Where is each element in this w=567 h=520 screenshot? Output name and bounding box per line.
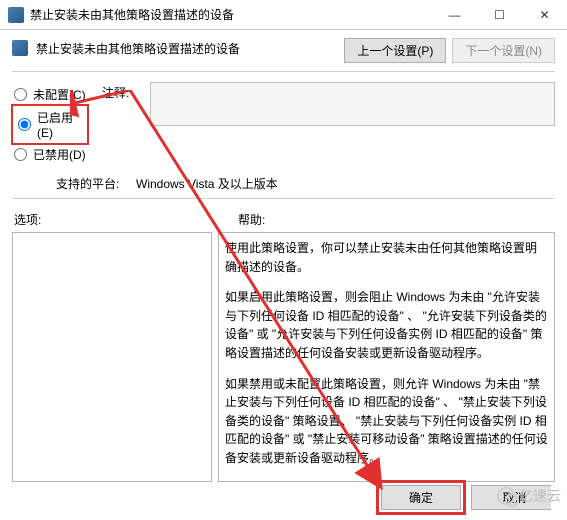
policy-title: 禁止安装未由其他策略设置描述的设备 bbox=[36, 38, 336, 57]
radio-enabled-input[interactable] bbox=[18, 118, 31, 131]
divider-2 bbox=[12, 198, 555, 199]
next-setting-button: 下一个设置(N) bbox=[452, 38, 555, 63]
options-panel[interactable] bbox=[12, 232, 212, 482]
radio-not-configured[interactable]: 未配置(C) bbox=[14, 86, 102, 103]
platform-label: 支持的平台: bbox=[56, 175, 124, 192]
maximize-button[interactable]: ☐ bbox=[477, 0, 522, 30]
close-button[interactable]: ✕ bbox=[522, 0, 567, 30]
help-panel[interactable]: 使用此策略设置，你可以禁止安装未由任何其他策略设置明确描述的设备。 如果启用此策… bbox=[218, 232, 555, 482]
help-paragraph: 使用此策略设置，你可以禁止安装未由任何其他策略设置明确描述的设备。 bbox=[225, 239, 548, 276]
comment-textarea[interactable] bbox=[150, 82, 555, 126]
window-controls: — ☐ ✕ bbox=[432, 0, 567, 30]
help-paragraph: 如果启用此策略设置，则会阻止 Windows 为未由 "允许安装与下列任何设备 … bbox=[225, 288, 548, 362]
platform-row: 支持的平台: Windows Vista 及以上版本 bbox=[56, 175, 555, 192]
header-row: 禁止安装未由其他策略设置描述的设备 上一个设置(P) 下一个设置(N) bbox=[12, 38, 555, 63]
radio-disabled-label: 已禁用(D) bbox=[33, 146, 86, 163]
policy-icon bbox=[12, 40, 28, 56]
window-title: 禁止安装未由其他策略设置描述的设备 bbox=[30, 6, 432, 23]
columns: 使用此策略设置，你可以禁止安装未由任何其他策略设置明确描述的设备。 如果启用此策… bbox=[12, 232, 555, 482]
ok-button[interactable]: 确定 bbox=[381, 485, 461, 510]
watermark: 亿速云 bbox=[497, 486, 561, 506]
radio-enabled-label: 已启用(E) bbox=[37, 109, 82, 140]
radio-disabled-input[interactable] bbox=[14, 148, 27, 161]
radio-enabled[interactable]: 已启用(E) bbox=[14, 107, 86, 142]
options-label: 选项: bbox=[14, 211, 214, 228]
radio-not-configured-label: 未配置(C) bbox=[33, 86, 86, 103]
titlebar: 禁止安装未由其他策略设置描述的设备 — ☐ ✕ bbox=[0, 0, 567, 30]
comment-label: 注释: bbox=[102, 82, 142, 126]
watermark-icon bbox=[497, 487, 515, 505]
watermark-text: 亿速云 bbox=[519, 486, 561, 506]
help-label: 帮助: bbox=[214, 211, 553, 228]
help-paragraph: 如果禁用或未配置此策略设置，则允许 Windows 为未由 "禁止安装与下列任何… bbox=[225, 375, 548, 468]
columns-header: 选项: 帮助: bbox=[12, 211, 555, 228]
previous-setting-button[interactable]: 上一个设置(P) bbox=[344, 38, 446, 63]
divider bbox=[12, 71, 555, 72]
nav-buttons: 上一个设置(P) 下一个设置(N) bbox=[344, 38, 555, 63]
platform-value: Windows Vista 及以上版本 bbox=[136, 175, 278, 192]
window-icon bbox=[8, 7, 24, 23]
minimize-button[interactable]: — bbox=[432, 0, 477, 30]
content-area: 禁止安装未由其他策略设置描述的设备 上一个设置(P) 下一个设置(N) 未配置(… bbox=[0, 30, 567, 482]
radio-disabled[interactable]: 已禁用(D) bbox=[14, 146, 102, 163]
radio-not-configured-input[interactable] bbox=[14, 88, 27, 101]
